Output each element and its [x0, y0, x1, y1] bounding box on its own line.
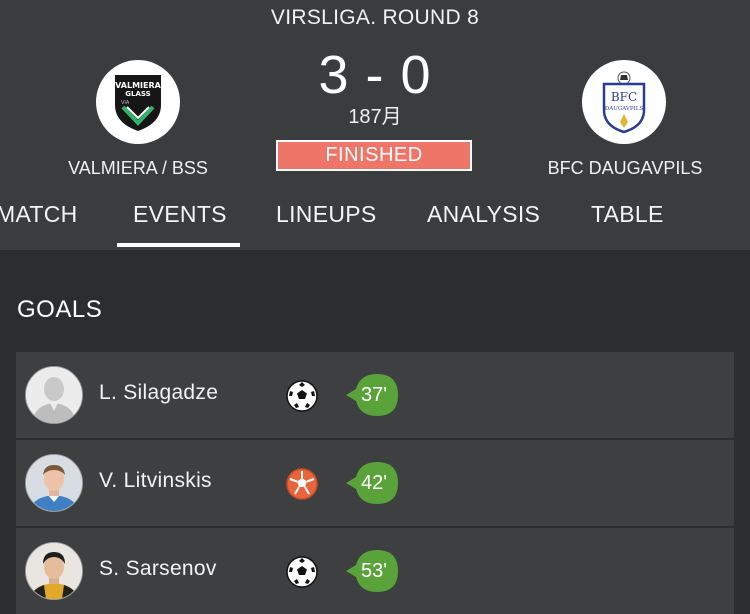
round-title: VIRSLIGA. ROUND 8 [270, 6, 480, 29]
home-team-name[interactable]: VALMIERA / BSS [40, 158, 236, 179]
tab-table[interactable]: TABLE [591, 196, 664, 250]
soccer-ball-icon [286, 468, 318, 500]
player-name[interactable]: L. Silagadze [99, 381, 218, 405]
default-avatar-icon [25, 366, 83, 424]
tab-events[interactable]: EVENTS [133, 196, 227, 250]
tab-lineups[interactable]: LINEUPS [276, 196, 377, 250]
player-photo-avatar [25, 542, 83, 600]
goal-row[interactable]: S. Sarsenov 53' [16, 528, 734, 614]
goals-section-title: GOALS [17, 296, 103, 323]
minute-badge: 42' [346, 460, 400, 506]
player-name[interactable]: S. Sarsenov [99, 557, 217, 581]
match-score: 3 - 0 [318, 45, 432, 105]
match-date: 187月 [348, 106, 402, 128]
soccer-ball-icon [286, 556, 318, 588]
goal-minute: 42' [360, 472, 388, 494]
goal-minute: 53' [360, 560, 388, 582]
soccer-ball-icon [286, 380, 318, 412]
tab-analysis[interactable]: ANALYSIS [427, 196, 540, 250]
tab-bar: MATCH EVENTS LINEUPS ANALYSIS TABLE [0, 196, 750, 250]
minute-badge: 37' [346, 372, 400, 418]
player-photo-avatar [25, 454, 83, 512]
away-team-name[interactable]: BFC DAUGAVPILS [520, 158, 730, 179]
active-tab-indicator [117, 243, 240, 247]
minute-badge: 53' [346, 548, 400, 594]
player-name[interactable]: V. Litvinskis [99, 469, 212, 493]
status-badge: FINISHED [276, 140, 472, 171]
match-header: VIRSLIGA. ROUND 8 VALMIERA GLASS VIA BFC… [0, 0, 750, 250]
goal-minute: 37' [360, 384, 388, 406]
goal-row[interactable]: V. Litvinskis 42' [16, 440, 734, 526]
tab-match[interactable]: MATCH [0, 196, 78, 250]
goal-row[interactable]: L. Silagadze 37' [16, 352, 734, 438]
